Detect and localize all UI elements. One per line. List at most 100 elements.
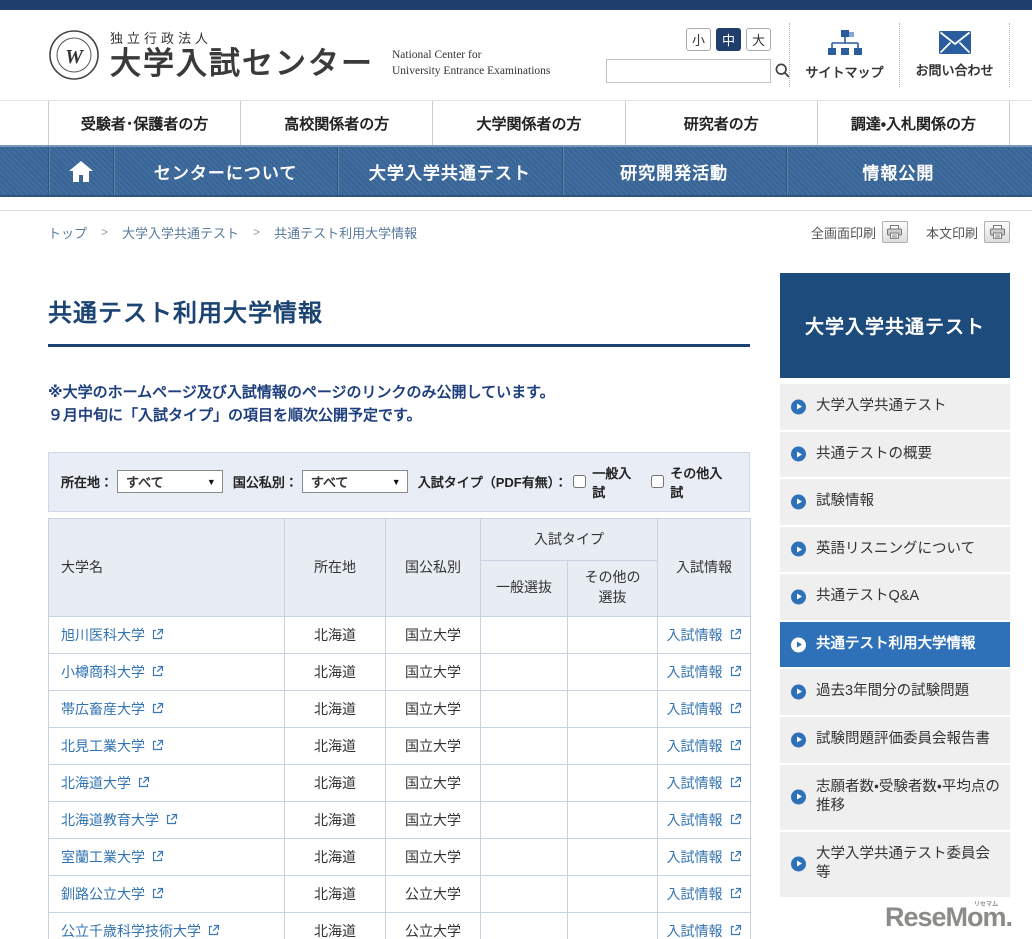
university-link[interactable]: 帯広畜産大学 — [61, 699, 164, 719]
content-area: 共通テスト利用大学情報 ※大学のホームページ及び入試情報のページのリンクのみ公開… — [0, 255, 1032, 939]
university-link[interactable]: 釧路公立大学 — [61, 884, 164, 904]
sidebar-item-label: 共通テストの概要 — [816, 445, 932, 462]
external-link-icon — [152, 850, 164, 862]
filter-bar: 所在地： すべて ▼ 国公私別： すべて ▼ 入試タイプ（PDF有無）： 一般入… — [48, 451, 750, 512]
main-nav-item[interactable]: 研究開発活動 — [561, 147, 786, 195]
font-size-large-button[interactable]: 大 — [746, 27, 771, 51]
university-link[interactable]: 北海道大学 — [61, 773, 150, 793]
external-link-icon — [152, 665, 164, 677]
sidebar-item-label: 試験情報 — [816, 493, 874, 510]
arrow-bullet-icon — [791, 399, 806, 415]
audience-tab[interactable]: 調達・入札関係の方 — [817, 101, 1011, 145]
location-filter-label: 所在地： — [61, 475, 114, 490]
site-logo[interactable]: W 独立行政法人 大学入試センター National Center for Un… — [48, 28, 550, 81]
other-selection-cell — [567, 689, 658, 728]
general-selection-cell — [480, 689, 568, 728]
sidebar-item[interactable]: 試験情報 — [780, 479, 1010, 525]
table-row: 釧路公立大学 北海道 公立大学 入試情報 — [48, 874, 751, 913]
location-cell: 北海道 — [284, 874, 386, 913]
resemom-watermark: リセマム ReseMom. — [885, 902, 1013, 933]
main-column: 共通テスト利用大学情報 ※大学のホームページ及び入試情報のページのリンクのみ公開… — [48, 255, 751, 939]
notice-line-2: ９月中旬に「入試タイプ」の項目を順次公開予定です。 — [48, 407, 422, 425]
exam-info-link[interactable]: 入試情報 — [667, 847, 742, 867]
audience-tab[interactable]: 高校関係者の方 — [241, 101, 434, 145]
print-fullpage-button[interactable]: 全画面印刷 — [811, 221, 908, 243]
other-selection-cell — [567, 726, 658, 765]
sitemap-link[interactable]: サイトマップ — [789, 23, 899, 87]
arrow-bullet-icon — [791, 446, 806, 462]
info-cell: 入試情報 — [657, 652, 751, 691]
university-link[interactable]: 小樽商科大学 — [61, 662, 164, 682]
font-size-medium-button[interactable]: 中 — [716, 27, 741, 51]
table-row: 北見工業大学 北海道 国立大学 入試情報 — [48, 726, 751, 765]
print-body-button[interactable]: 本文印刷 — [926, 221, 1010, 243]
audience-tabs: 受験者･保護者の方 高校関係者の方 大学関係者の方 研究者の方 調達・入札関係の… — [48, 101, 1011, 145]
main-nav-label: 研究開発活動 — [620, 163, 729, 183]
breadcrumb-kyotsu-test[interactable]: 大学入学共通テスト — [122, 223, 239, 242]
sidebar-item[interactable]: 過去3年間分の試験問題 — [780, 669, 1010, 715]
exam-info-link[interactable]: 入試情報 — [667, 884, 742, 904]
university-name-cell: 公立千歳科学技術大学 — [48, 911, 285, 939]
main-nav-item[interactable]: センターについて — [113, 147, 337, 195]
arrow-bullet-icon — [791, 684, 806, 700]
main-nav-item[interactable]: 大学入学共通テスト — [337, 147, 561, 195]
main-nav-item[interactable]: 情報公開 — [785, 147, 1010, 195]
main-nav-label: 大学入学共通テスト — [368, 163, 531, 183]
sidebar-item[interactable]: 共通テスト利用大学情報 — [780, 621, 1010, 668]
col-header-category: 国公私別 — [385, 517, 481, 617]
university-link[interactable]: 北見工業大学 — [61, 736, 164, 756]
university-table: 大学名 所在地 国公私別 入試タイプ 入試情報 一般選抜 その他の選抜 旭川医科… — [48, 517, 751, 939]
exam-info-link[interactable]: 入試情報 — [667, 699, 742, 719]
external-link-icon — [152, 628, 164, 640]
external-link-icon — [730, 628, 741, 640]
audience-tab[interactable]: 大学関係者の方 — [433, 101, 626, 145]
sidebar-item[interactable]: 志願者数・受験者数・平均点の推移 — [780, 764, 1010, 830]
general-exam-checkbox[interactable] — [573, 475, 587, 488]
university-name-cell: 室蘭工業大学 — [48, 837, 285, 876]
audience-tab[interactable]: 研究者の方 — [625, 101, 818, 145]
sidebar-item[interactable]: 大学入学共通テスト — [780, 384, 1010, 430]
sidebar-item[interactable]: 共通テストQ&A — [780, 574, 1010, 620]
resemom-ruby: リセマム — [973, 902, 998, 908]
other-selection-cell — [567, 874, 658, 913]
university-link[interactable]: 公立千歳科学技術大学 — [61, 921, 220, 939]
sidebar-item[interactable]: 共通テストの概要 — [780, 431, 1010, 478]
university-link[interactable]: 室蘭工業大学 — [61, 847, 164, 867]
other-exam-checkbox-label: その他入試 — [670, 465, 723, 500]
general-selection-cell — [480, 652, 568, 691]
site-name-block: 独立行政法人 大学入試センター — [110, 28, 374, 81]
exam-info-link[interactable]: 入試情報 — [667, 921, 742, 939]
sidebar-item[interactable]: 英語リスニングについて — [780, 526, 1010, 573]
contact-link[interactable]: お問い合わせ — [899, 23, 1009, 87]
arrow-bullet-icon — [791, 789, 806, 805]
category-select[interactable]: すべて ▼ — [301, 470, 408, 493]
exam-info-link[interactable]: 入試情報 — [667, 773, 742, 793]
audience-tab-label: 受験者･保護者の方 — [80, 115, 209, 133]
home-nav-button[interactable] — [48, 147, 113, 195]
search-input[interactable] — [607, 60, 774, 81]
table-body: 旭川医科大学 北海道 国立大学 入試情報 小樽商科大学 北海道 国立大学 入試情… — [48, 615, 751, 939]
sidebar-item-label: 大学入学共通テスト委員会等 — [816, 845, 990, 882]
university-link[interactable]: 旭川医科大学 — [61, 625, 164, 645]
other-selection-cell — [567, 615, 658, 654]
chevron-down-icon: ▼ — [391, 476, 401, 487]
external-link-icon — [138, 776, 150, 788]
audience-tab-label: 大学関係者の方 — [476, 115, 582, 133]
general-selection-cell — [480, 800, 568, 839]
exam-info-link[interactable]: 入試情報 — [667, 736, 742, 756]
exam-info-link[interactable]: 入試情報 — [667, 662, 742, 682]
breadcrumb-top[interactable]: トップ — [48, 223, 87, 242]
university-link[interactable]: 北海道教育大学 — [61, 810, 178, 830]
main-nav-label: センターについて — [153, 163, 298, 183]
org-type: 独立行政法人 — [110, 31, 213, 47]
sidebar-item[interactable]: 試験問題評価委員会報告書 — [780, 716, 1010, 763]
sidebar-item-label: 英語リスニングについて — [816, 540, 976, 557]
exam-info-link[interactable]: 入試情報 — [667, 625, 742, 645]
font-size-small-button[interactable]: 小 — [686, 27, 711, 51]
location-select[interactable]: すべて ▼ — [117, 470, 223, 493]
sidebar-item[interactable]: 大学入学共通テスト委員会等 — [780, 831, 1010, 897]
info-cell: 入試情報 — [657, 874, 751, 913]
other-exam-checkbox[interactable] — [651, 475, 665, 488]
audience-tab[interactable]: 受験者･保護者の方 — [49, 101, 242, 145]
exam-info-link[interactable]: 入試情報 — [667, 810, 742, 830]
